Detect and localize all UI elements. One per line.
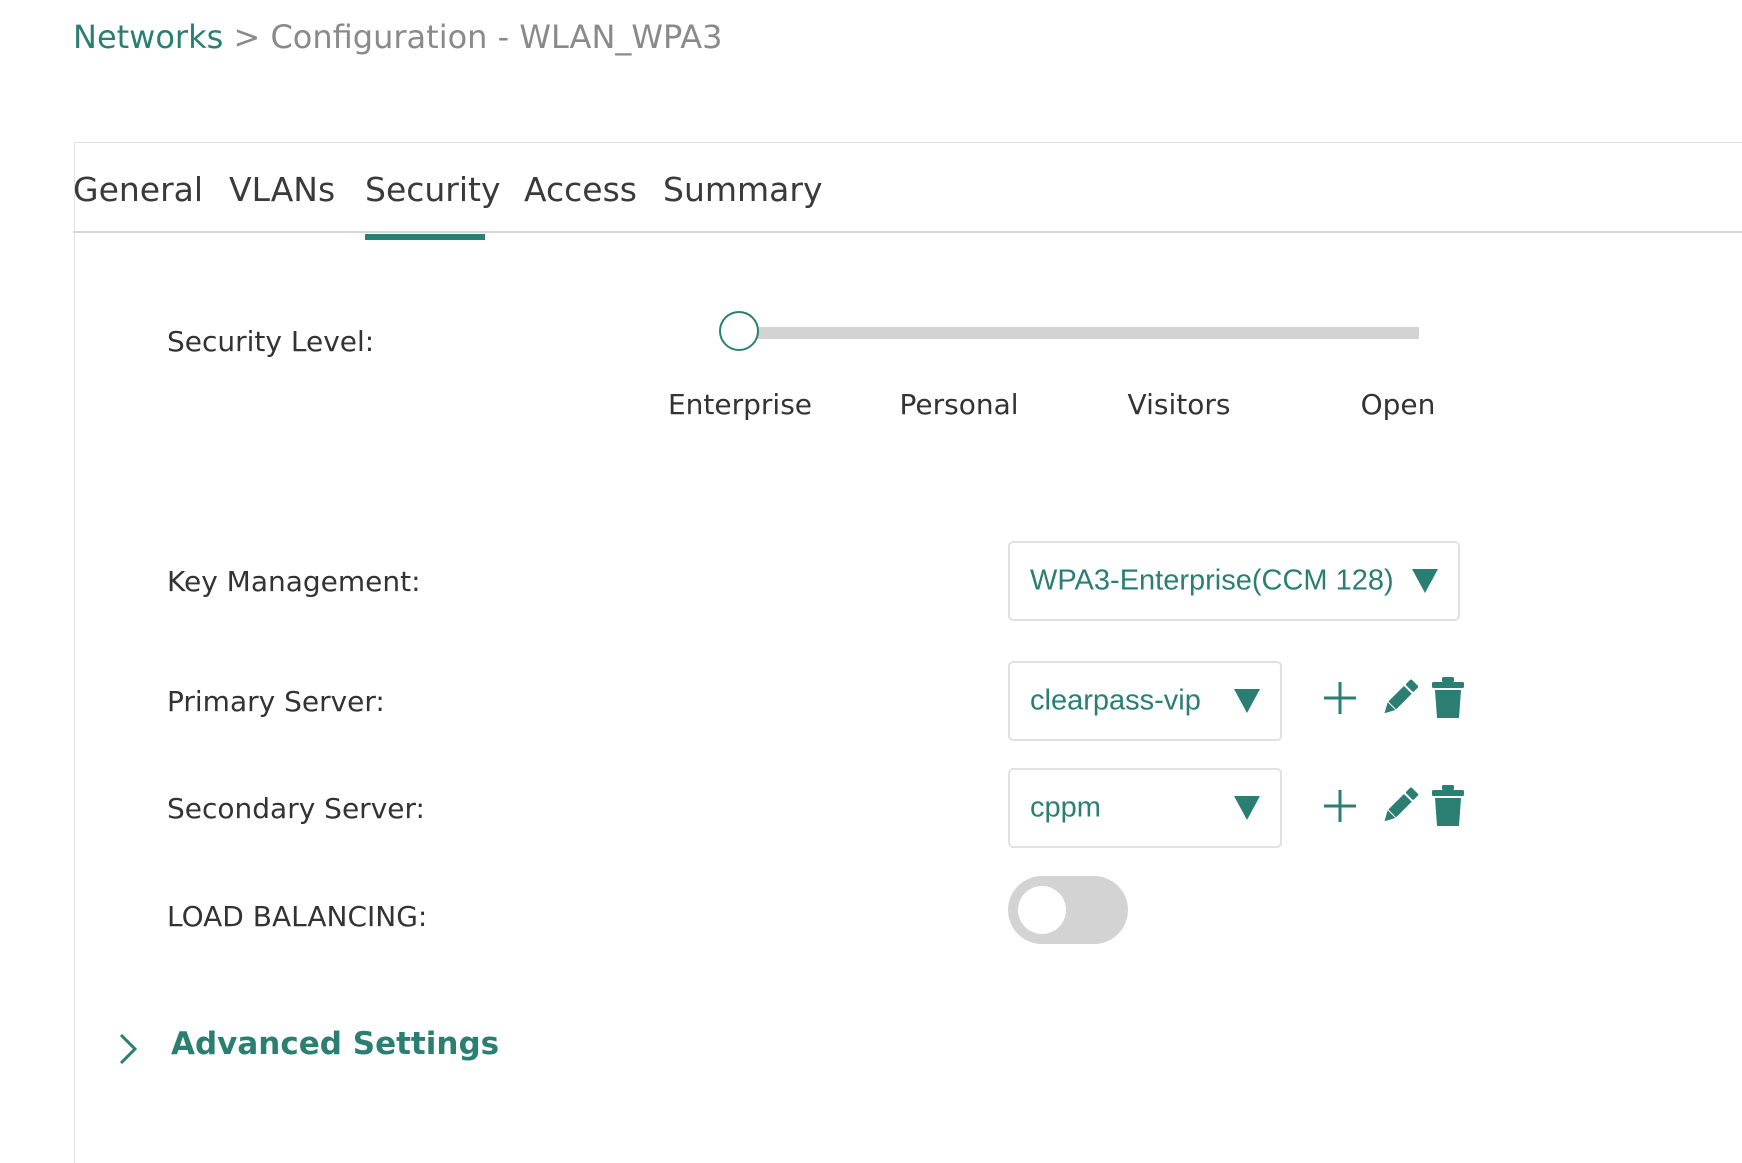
primary-server-value: clearpass-vip: [1030, 684, 1201, 717]
caret-down-icon: [1234, 796, 1260, 820]
plus-icon: [1324, 682, 1356, 714]
breadcrumb-networks-link[interactable]: Networks: [73, 18, 223, 56]
tab-summary[interactable]: Summary: [663, 170, 822, 209]
trash-icon: [1432, 677, 1464, 718]
key-management-label: Key Management:: [167, 565, 421, 598]
primary-server-label: Primary Server:: [167, 685, 385, 718]
security-level-slider-track[interactable]: [740, 327, 1419, 339]
breadcrumb-separator: >: [233, 18, 261, 56]
caret-down-icon: [1412, 569, 1438, 593]
trash-icon: [1432, 785, 1464, 826]
secondary-server-label: Secondary Server:: [167, 792, 425, 825]
load-balancing-label: LOAD BALANCING:: [167, 900, 428, 933]
breadcrumb-current: Configuration - WLAN_WPA3: [270, 18, 723, 56]
secondary-server-select[interactable]: cppm: [1008, 768, 1282, 848]
key-management-select[interactable]: WPA3-Enterprise(CCM 128): [1008, 541, 1460, 621]
secondary-server-value: cppm: [1030, 791, 1101, 824]
secondary-server-delete-button[interactable]: [1428, 784, 1468, 828]
toggle-knob: [1018, 886, 1066, 934]
security-level-stop-open[interactable]: Open: [1361, 388, 1436, 421]
chevron-right-icon: [119, 1033, 138, 1065]
plus-icon: [1324, 790, 1356, 822]
pencil-icon: [1384, 787, 1419, 822]
tab-security[interactable]: Security: [365, 170, 501, 209]
advanced-settings-label: Advanced Settings: [171, 1026, 500, 1062]
primary-server-edit-button[interactable]: [1378, 676, 1419, 720]
tab-vlans[interactable]: VLANs: [229, 170, 335, 209]
security-level-stop-visitors[interactable]: Visitors: [1128, 388, 1231, 421]
primary-server-select[interactable]: clearpass-vip: [1008, 661, 1282, 741]
primary-server-delete-button[interactable]: [1428, 676, 1468, 720]
secondary-server-edit-button[interactable]: [1378, 784, 1419, 828]
security-level-slider-thumb[interactable]: [719, 311, 759, 351]
tab-bar-divider: [73, 231, 1742, 233]
load-balancing-toggle[interactable]: [1008, 876, 1128, 944]
key-management-value: WPA3-Enterprise(CCM 128): [1030, 564, 1394, 597]
tab-access[interactable]: Access: [524, 170, 637, 209]
security-level-stop-personal[interactable]: Personal: [899, 388, 1018, 421]
secondary-server-add-button[interactable]: [1320, 784, 1360, 828]
security-level-label: Security Level:: [167, 325, 375, 358]
security-level-stop-enterprise[interactable]: Enterprise: [668, 388, 812, 421]
tab-general[interactable]: General: [73, 170, 203, 209]
active-tab-indicator: [365, 234, 485, 240]
pencil-icon: [1384, 679, 1419, 714]
breadcrumb: Networks > Configuration - WLAN_WPA3: [73, 18, 723, 56]
config-panel: [74, 142, 1742, 1163]
caret-down-icon: [1234, 689, 1260, 713]
primary-server-add-button[interactable]: [1320, 676, 1360, 720]
tab-bar: General VLANs Security Access Summary: [73, 170, 1742, 232]
